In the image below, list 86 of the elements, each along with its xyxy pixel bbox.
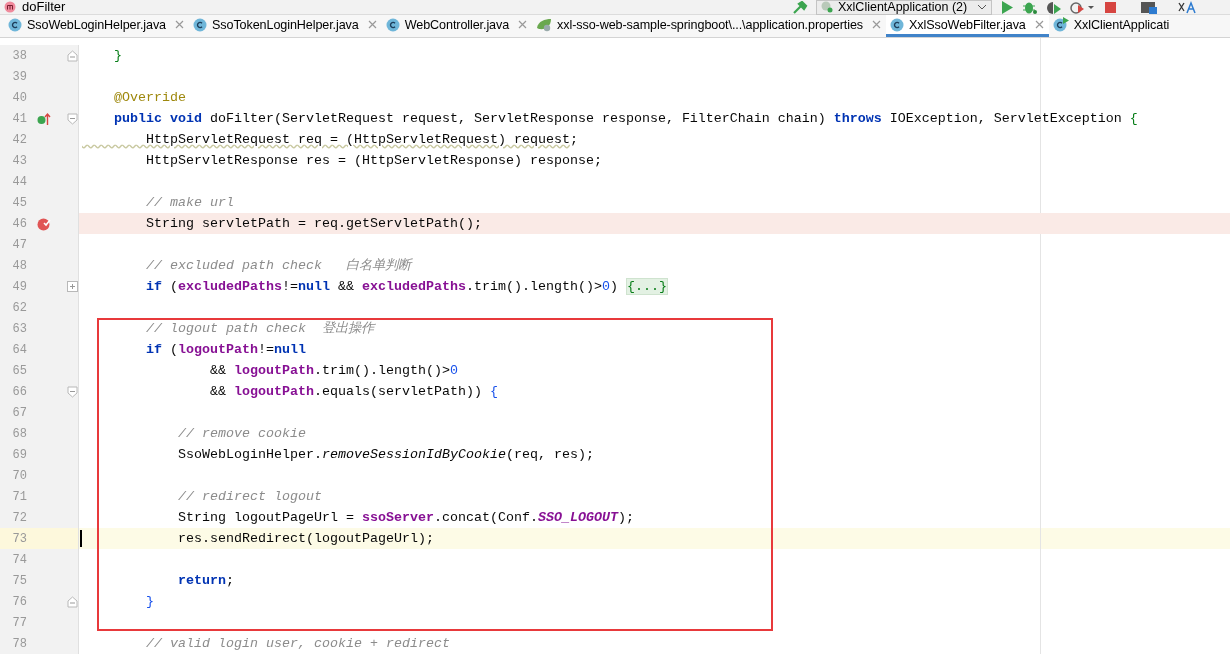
line-number: 38 xyxy=(11,48,27,63)
run-config-dropdown[interactable]: XxlClientApplication (2) xyxy=(816,0,992,15)
line-number: 43 xyxy=(11,153,27,168)
editor-tab[interactable]: SsoTokenLoginHelper.java xyxy=(189,15,382,37)
code-line: // remove cookie xyxy=(176,425,306,443)
line-number: 71 xyxy=(11,489,27,504)
line-number: 73 xyxy=(11,531,27,546)
code-line: && logoutPath.equals(servletPath)) { xyxy=(208,383,498,401)
stop-icon[interactable] xyxy=(1104,0,1118,14)
code-line: return; xyxy=(176,572,234,590)
close-icon[interactable] xyxy=(872,20,881,29)
line-number: 44 xyxy=(11,174,27,189)
line-number: 65 xyxy=(11,363,27,378)
class-icon xyxy=(890,17,904,32)
fold-icon[interactable] xyxy=(67,112,78,125)
fold-icon[interactable] xyxy=(67,49,78,62)
code-line: // excluded path check 白名单判断 xyxy=(145,257,411,275)
line-number: 76 xyxy=(11,594,27,609)
close-icon[interactable] xyxy=(175,20,184,29)
text-caret xyxy=(80,530,82,547)
code-line: if (excludedPaths!=null && excludedPaths.trim().length()>0) {...} xyxy=(145,277,668,297)
fold-icon[interactable] xyxy=(67,595,78,608)
code-line: // make url xyxy=(145,194,234,212)
line-number: 42 xyxy=(11,132,27,147)
class-icon xyxy=(8,17,22,32)
breadcrumb[interactable]: doFilter xyxy=(22,0,66,14)
class-icon xyxy=(193,17,207,32)
line-number: 47 xyxy=(11,237,27,252)
line-number: 40 xyxy=(11,90,27,105)
code-line: if (logoutPath!=null xyxy=(145,341,306,359)
line-number: 48 xyxy=(11,258,27,273)
code-line: @Override xyxy=(113,89,186,107)
line-number: 39 xyxy=(11,69,27,84)
caret-icon xyxy=(977,3,987,11)
line-number: 49 xyxy=(11,279,27,294)
line-number: 78 xyxy=(11,636,27,651)
line-number: 75 xyxy=(11,573,27,588)
code-line: res.sendRedirect(logoutPageUrl); xyxy=(176,530,434,548)
code-line: String servletPath = req.getServletPath(); xyxy=(145,215,482,233)
line-number: 62 xyxy=(11,300,27,315)
code-line: } xyxy=(145,593,154,611)
hammer-icon[interactable] xyxy=(792,0,808,14)
code-line: HttpServletResponse res = (HttpServletResponse) response; xyxy=(145,152,602,170)
class-run-icon xyxy=(1052,16,1069,33)
editor-tab[interactable]: XxlClientApplicati xyxy=(1048,15,1175,37)
breakpoint-icon[interactable] xyxy=(36,216,51,231)
line-number: 64 xyxy=(11,342,27,357)
editor-tab[interactable]: SsoWebLoginHelper.java xyxy=(4,15,189,37)
code-line: // redirect logout xyxy=(176,488,322,506)
close-icon[interactable] xyxy=(367,20,377,29)
line-number: 70 xyxy=(11,468,27,483)
line-number: 45 xyxy=(11,195,27,210)
coverage-icon[interactable] xyxy=(1046,0,1062,14)
code-line: && logoutPath.trim().length()>0 xyxy=(208,362,458,380)
line-number: 46 xyxy=(11,216,27,231)
code-line: } xyxy=(113,47,122,65)
translate-icon[interactable] xyxy=(1178,0,1196,14)
line-number: 41 xyxy=(11,111,27,126)
bug-icon[interactable] xyxy=(1022,0,1038,14)
line-number: 69 xyxy=(11,447,27,462)
code-line: String logoutPageUrl = ssoServer.concat(Conf.SSO_LOGOUT); xyxy=(176,509,634,527)
close-icon[interactable] xyxy=(1034,20,1044,29)
code-line: public void doFilter(ServletRequest request, ServletResponse response, FilterChain chain) throws IOException, ServletException { xyxy=(113,110,1138,128)
line-number: 66 xyxy=(11,384,27,399)
editor-tab[interactable]: xxl-sso-web-sample-springboot\...\application.properties xyxy=(532,15,886,37)
class-icon xyxy=(385,17,400,32)
override-icon[interactable] xyxy=(36,111,51,126)
line-number: 63 xyxy=(11,321,27,336)
line-number: 67 xyxy=(11,405,27,420)
line-number: 77 xyxy=(11,615,27,630)
leaf-icon xyxy=(536,17,553,32)
code-line: SsoWebLoginHelper.removeSessionIdByCookie(req, res); xyxy=(176,446,594,464)
expand-icon[interactable] xyxy=(67,281,78,292)
code-line: // logout path check 登出操作 xyxy=(145,320,374,338)
profiler-icon[interactable] xyxy=(1070,0,1096,14)
method-icon xyxy=(4,1,16,13)
editor-tab[interactable]: WebController.java xyxy=(381,15,533,37)
close-icon[interactable] xyxy=(518,20,528,29)
code-line: HttpServletRequest req = (HttpServletRequest) request; xyxy=(145,131,578,149)
code-line: // valid login user, cookie + redirect xyxy=(145,635,450,653)
editor-tab[interactable]: XxlSsoWebFilter.java xyxy=(886,15,1049,37)
line-number: 74 xyxy=(11,552,27,567)
line-number: 72 xyxy=(11,510,27,525)
line-number: 68 xyxy=(11,426,27,441)
fold-icon[interactable] xyxy=(67,385,78,398)
app-icon xyxy=(821,1,833,13)
